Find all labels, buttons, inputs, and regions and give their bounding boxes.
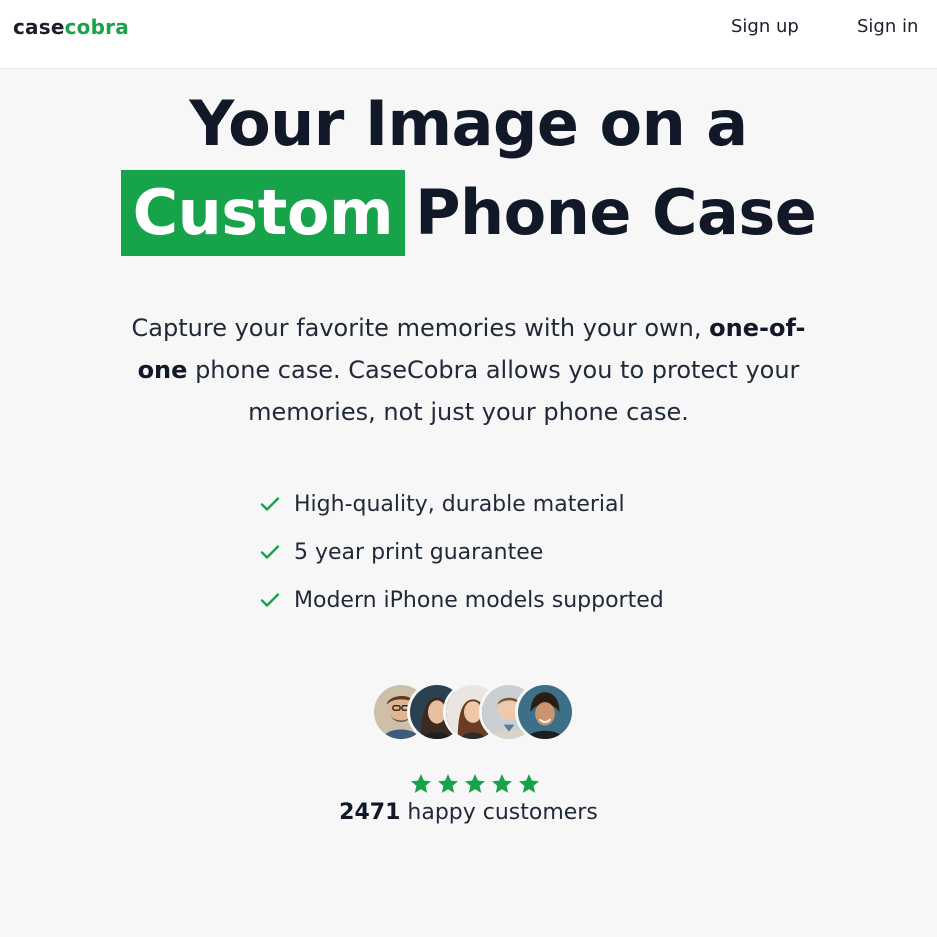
logo[interactable]: casecobra (13, 15, 129, 39)
feature-item: 5 year print guarantee (258, 528, 664, 576)
hero-subtitle: Capture your favorite memories with your… (110, 307, 827, 433)
feature-list: High-quality, durable material 5 year pr… (258, 480, 664, 624)
star-icon (409, 772, 433, 796)
logo-part-case: case (13, 15, 65, 39)
check-icon (258, 540, 282, 564)
hero-title-highlight: Custom (120, 170, 406, 256)
star-icon (490, 772, 514, 796)
feature-label: High-quality, durable material (294, 491, 625, 517)
check-icon (258, 588, 282, 612)
feature-label: 5 year print guarantee (294, 539, 544, 565)
sign-in-link[interactable]: Sign in (857, 16, 918, 37)
star-icon (463, 772, 487, 796)
subtitle-part1: Capture your favorite memories with your… (131, 314, 702, 342)
check-icon (258, 492, 282, 516)
customer-count-label: happy customers (407, 800, 598, 825)
avatar (515, 682, 575, 742)
customer-count: 2471 happy customers (0, 800, 937, 825)
hero-title-line2: Custom Phone Case (0, 170, 937, 256)
rating-stars (409, 772, 541, 796)
subtitle-part2: phone case. CaseCobra allows you to prot… (195, 356, 800, 426)
feature-item: High-quality, durable material (258, 480, 664, 528)
customer-count-number: 2471 (339, 800, 401, 825)
star-icon (436, 772, 460, 796)
navbar: casecobra Sign up Sign in (0, 0, 937, 69)
hero-title-rest: Phone Case (415, 176, 817, 249)
feature-label: Modern iPhone models supported (294, 587, 664, 613)
hero-title-line1: Your Image on a (189, 87, 748, 160)
sign-up-link[interactable]: Sign up (731, 16, 799, 37)
logo-part-cobra: cobra (64, 15, 129, 39)
feature-item: Modern iPhone models supported (258, 576, 664, 624)
star-icon (517, 772, 541, 796)
customer-avatars (371, 682, 581, 744)
